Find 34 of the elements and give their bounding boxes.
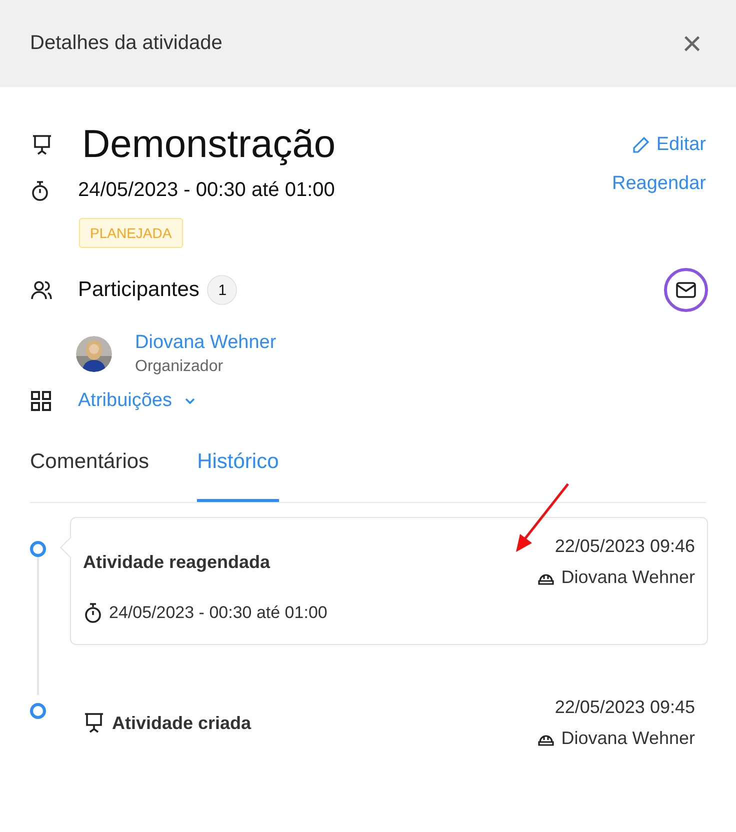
history-user: Diovana Wehner: [561, 728, 695, 749]
history-time: 22/05/2023 09:46: [554, 536, 695, 557]
status-badge: PLANEJADA: [79, 218, 183, 248]
email-button[interactable]: [664, 268, 708, 312]
history-detail: 24/05/2023 - 00:30 até 01:00: [109, 603, 328, 623]
activity-title: Demonstração: [82, 123, 336, 167]
people-icon: [30, 279, 54, 301]
history-title: Atividade criada: [112, 712, 252, 734]
presentation-icon: [30, 133, 54, 157]
participants-label: Participantes: [78, 278, 200, 302]
tab[interactable]: Histórico: [197, 440, 279, 502]
chevron-icon: [184, 397, 196, 405]
participant-count: 1: [207, 275, 238, 305]
stopwatch-icon: [83, 602, 103, 624]
timeline-dot: [30, 703, 46, 719]
assignments-toggle[interactable]: Atribuições: [78, 390, 196, 412]
grid-icon: [30, 390, 52, 412]
mail-icon: [676, 282, 696, 298]
close-button[interactable]: ×: [678, 26, 706, 60]
dialog-title: Detalhes da atividade: [30, 32, 222, 55]
avatar: [76, 336, 112, 372]
pencil-icon: [632, 136, 650, 154]
edit-link[interactable]: Editar: [632, 134, 706, 156]
tab[interactable]: Comentários: [30, 440, 150, 502]
history-user: Diovana Wehner: [561, 567, 695, 588]
reschedule-link[interactable]: Reagendar: [612, 172, 706, 194]
history-time: 22/05/2023 09:45: [554, 697, 695, 718]
schedule-text: 24/05/2023 - 00:30 até 01:00: [78, 179, 335, 202]
history-title: Atividade reagendada: [83, 552, 270, 572]
presentation-icon: [82, 711, 106, 735]
participant-name[interactable]: Diovana Wehner: [135, 332, 276, 354]
participant-role: Organizador: [135, 358, 224, 376]
timeline-dot: [30, 541, 46, 557]
stopwatch-icon: [30, 180, 50, 202]
